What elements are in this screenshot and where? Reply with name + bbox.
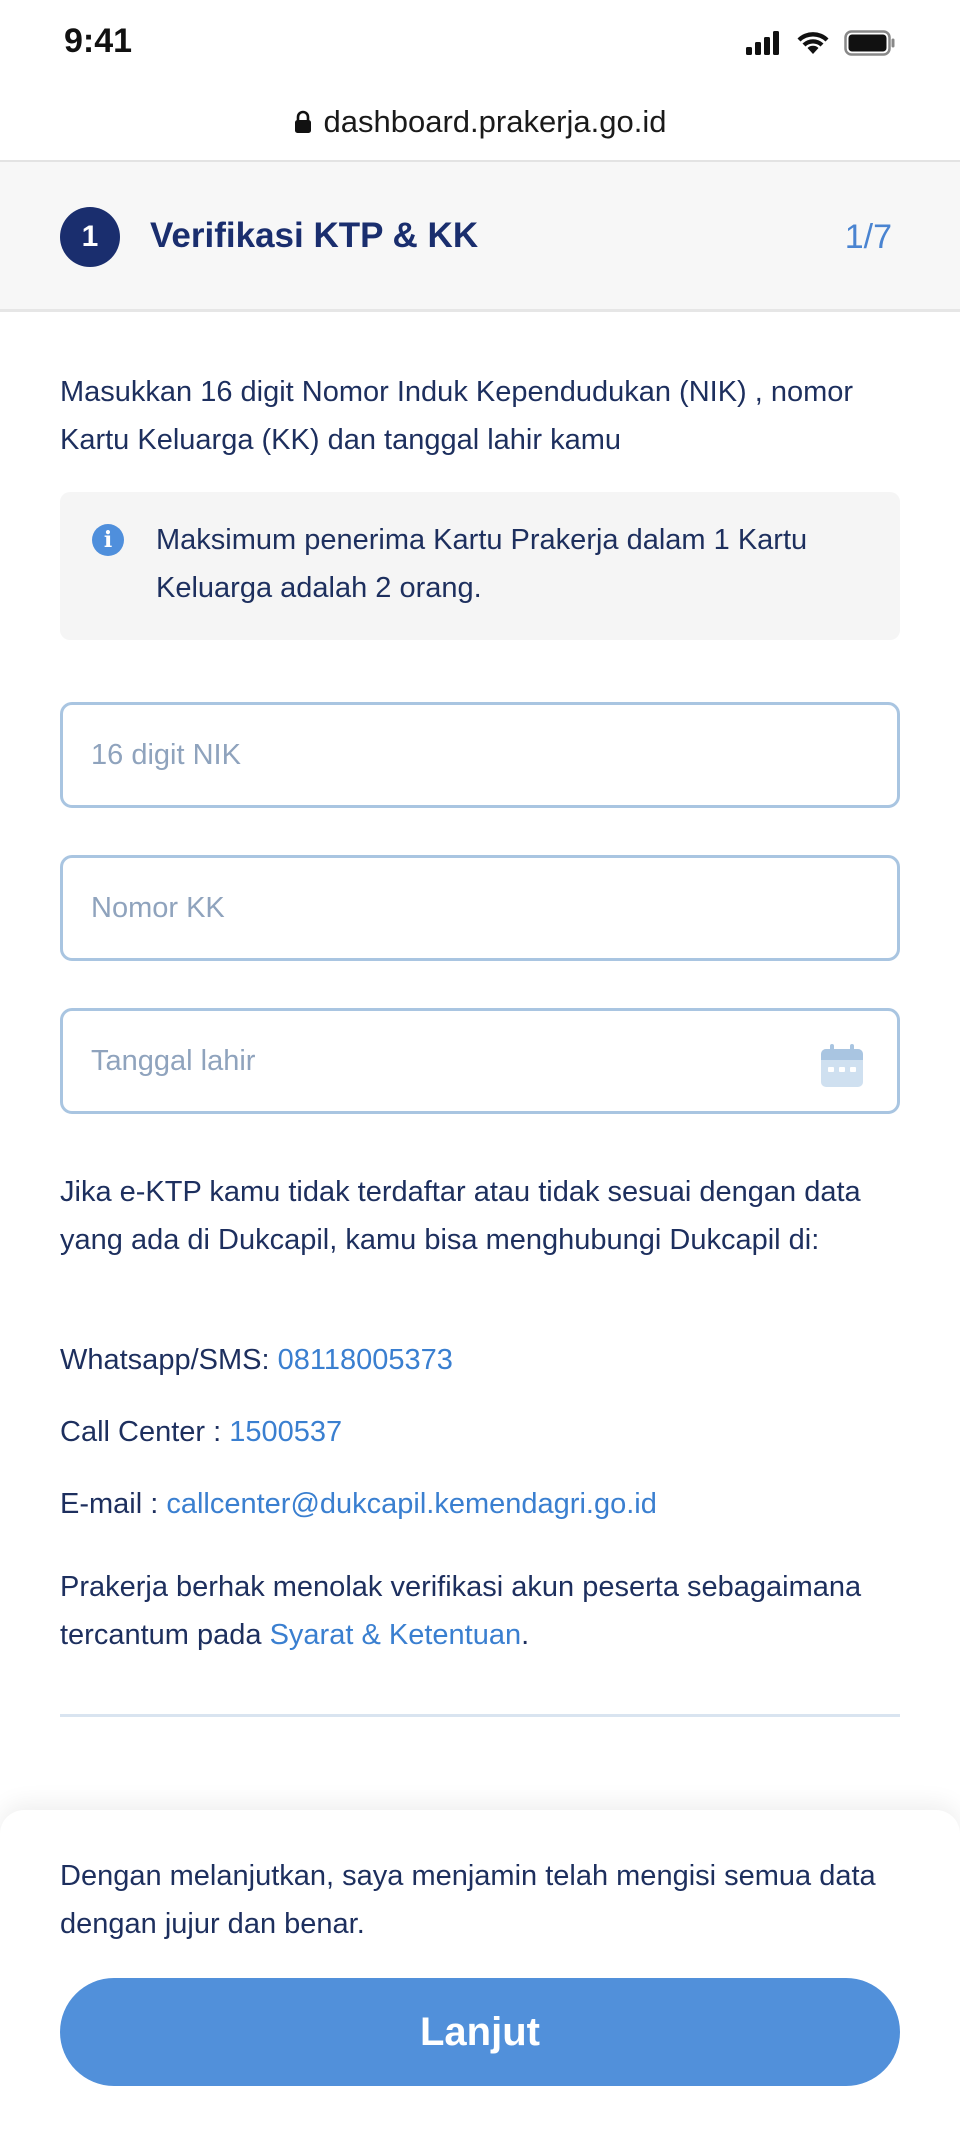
nik-field [60,702,900,808]
intro-text: Masukkan 16 digit Nomor Induk Kependuduk… [60,376,854,456]
step-number-badge: 1 [60,207,120,267]
kk-field [60,855,900,961]
whatsapp-row: Whatsapp/SMS: 08118005373 [60,1336,920,1384]
email-link[interactable]: callcenter@dukcapil.kemendagri.go.id [166,1488,656,1520]
bottom-action-sheet: Dengan melanjutkan, saya menjamin telah … [0,1810,960,2130]
birthdate-field [60,1008,900,1114]
email-label: E-mail : [60,1488,167,1520]
dukcapil-note: Jika e-KTP kamu tidak terdaftar atau tid… [60,1176,861,1256]
callcenter-row: Call Center : 1500537 [60,1408,920,1456]
step-title: Verifikasi KTP & KK [150,216,479,255]
terms-suffix: . [521,1619,530,1651]
step-header: 1 Verifikasi KTP & KK 1/7 [0,162,960,312]
browser-url-bar[interactable]: dashboard.prakerja.go.id [0,84,960,162]
callcenter-link[interactable]: 1500537 [229,1416,342,1448]
info-icon: i [92,524,124,556]
terms-text: Prakerja berhak menolak verifikasi akun … [60,1563,900,1659]
lock-icon [294,110,311,133]
agreement-text: Dengan melanjutkan, saya menjamin telah … [60,1860,876,1940]
url-text: dashboard.prakerja.go.id [323,104,667,139]
whatsapp-label: Whatsapp/SMS: [60,1344,278,1376]
nik-input[interactable] [63,705,897,805]
status-bar: 9:41 [0,0,960,84]
divider [60,1714,900,1717]
status-icons [746,28,896,58]
calendar-icon[interactable] [819,1043,865,1089]
battery-icon [844,30,895,56]
birthdate-input[interactable] [63,1011,897,1111]
wifi-icon [797,32,829,54]
email-row: E-mail : callcenter@dukcapil.kemendagri.… [60,1480,920,1528]
info-box: i Maksimum penerima Kartu Prakerja dalam… [60,492,900,640]
info-text: Maksimum penerima Kartu Prakerja dalam 1… [156,524,808,604]
lanjut-button[interactable]: Lanjut [60,1978,900,2086]
callcenter-label: Call Center : [60,1416,230,1448]
whatsapp-link[interactable]: 08118005373 [278,1344,453,1376]
status-time: 9:41 [64,22,133,60]
signal-icon [746,31,779,55]
kk-input[interactable] [63,858,897,958]
step-counter: 1/7 [844,218,892,256]
terms-link[interactable]: Syarat & Ketentuan [270,1619,522,1651]
